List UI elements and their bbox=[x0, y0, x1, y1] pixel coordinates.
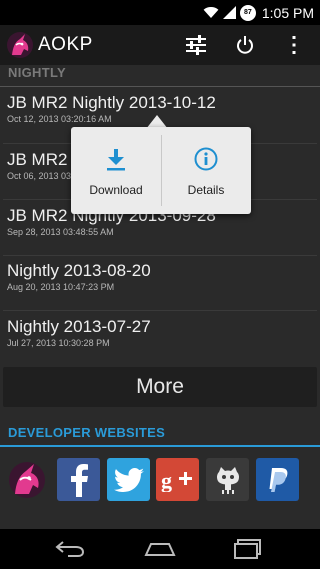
recent-apps-button[interactable] bbox=[230, 537, 266, 561]
overflow-menu-icon bbox=[292, 36, 296, 54]
details-label: Details bbox=[187, 183, 225, 197]
status-bar: 87 1:05 PM bbox=[0, 0, 320, 25]
build-action-popup: Download Details bbox=[71, 127, 251, 214]
power-button[interactable] bbox=[230, 30, 260, 60]
home-icon bbox=[144, 543, 176, 556]
facebook-icon bbox=[70, 463, 88, 497]
wifi-icon bbox=[203, 6, 219, 18]
signal-icon bbox=[222, 6, 236, 19]
build-item[interactable]: Nightly 2013-08-20 Aug 20, 2013 10:47:23… bbox=[0, 255, 320, 311]
aokp-unicorn-icon bbox=[8, 461, 45, 498]
build-date: Aug 20, 2013 10:47:23 PM bbox=[7, 282, 115, 292]
download-action[interactable]: Download bbox=[71, 127, 161, 214]
status-icons: 87 1:05 PM bbox=[203, 3, 314, 22]
clock: 1:05 PM bbox=[261, 4, 314, 21]
power-icon bbox=[237, 36, 253, 54]
overflow-menu-button[interactable] bbox=[279, 30, 309, 60]
more-button[interactable]: More bbox=[3, 367, 317, 407]
back-icon bbox=[55, 541, 85, 557]
build-title: JB MR2 Nightly 2013-10-12 bbox=[7, 93, 216, 112]
app-title: AOKP bbox=[38, 34, 93, 55]
twitter-icon bbox=[113, 467, 144, 492]
details-action[interactable]: Details bbox=[161, 127, 251, 214]
build-date: Oct 12, 2013 03:20:16 AM bbox=[7, 114, 112, 124]
build-date: Sep 28, 2013 03:48:55 AM bbox=[7, 227, 114, 237]
build-date: Jul 27, 2013 10:30:28 PM bbox=[7, 338, 110, 348]
developer-header-rule bbox=[0, 445, 320, 447]
download-icon bbox=[107, 149, 125, 171]
home-button[interactable] bbox=[142, 537, 178, 561]
paypal-button[interactable] bbox=[256, 458, 299, 501]
build-item[interactable]: Nightly 2013-07-27 Jul 27, 2013 10:30:28… bbox=[0, 311, 320, 367]
developer-section-header: DEVELOPER WEBSITES bbox=[0, 425, 320, 447]
paypal-icon bbox=[269, 467, 287, 492]
twitter-button[interactable] bbox=[107, 458, 150, 501]
battery-level: 87 bbox=[243, 9, 252, 16]
build-title: Nightly 2013-08-20 bbox=[7, 261, 151, 280]
google-plus-icon: g bbox=[161, 468, 192, 492]
github-button[interactable] bbox=[206, 458, 249, 501]
developer-header-label: DEVELOPER WEBSITES bbox=[8, 425, 166, 440]
settings-sliders-icon bbox=[186, 35, 206, 55]
google-plus-button[interactable]: g bbox=[156, 458, 199, 501]
download-label: Download bbox=[89, 183, 143, 197]
aokp-site-button[interactable] bbox=[5, 458, 48, 501]
nightly-section-header: NIGHTLY bbox=[0, 65, 320, 87]
facebook-button[interactable] bbox=[57, 458, 100, 501]
settings-sliders-button[interactable] bbox=[181, 30, 211, 60]
build-title: Nightly 2013-07-27 bbox=[7, 317, 151, 336]
svg-text:g: g bbox=[161, 468, 172, 492]
back-button[interactable] bbox=[52, 537, 88, 561]
aokp-unicorn-icon[interactable] bbox=[6, 31, 34, 59]
battery-icon: 87 bbox=[239, 4, 256, 21]
info-icon bbox=[194, 147, 218, 171]
navigation-bar bbox=[0, 529, 320, 569]
github-icon bbox=[216, 466, 239, 494]
recent-apps-icon bbox=[234, 539, 261, 559]
nightly-header-label: NIGHTLY bbox=[8, 65, 66, 80]
action-bar: AOKP bbox=[0, 25, 320, 65]
